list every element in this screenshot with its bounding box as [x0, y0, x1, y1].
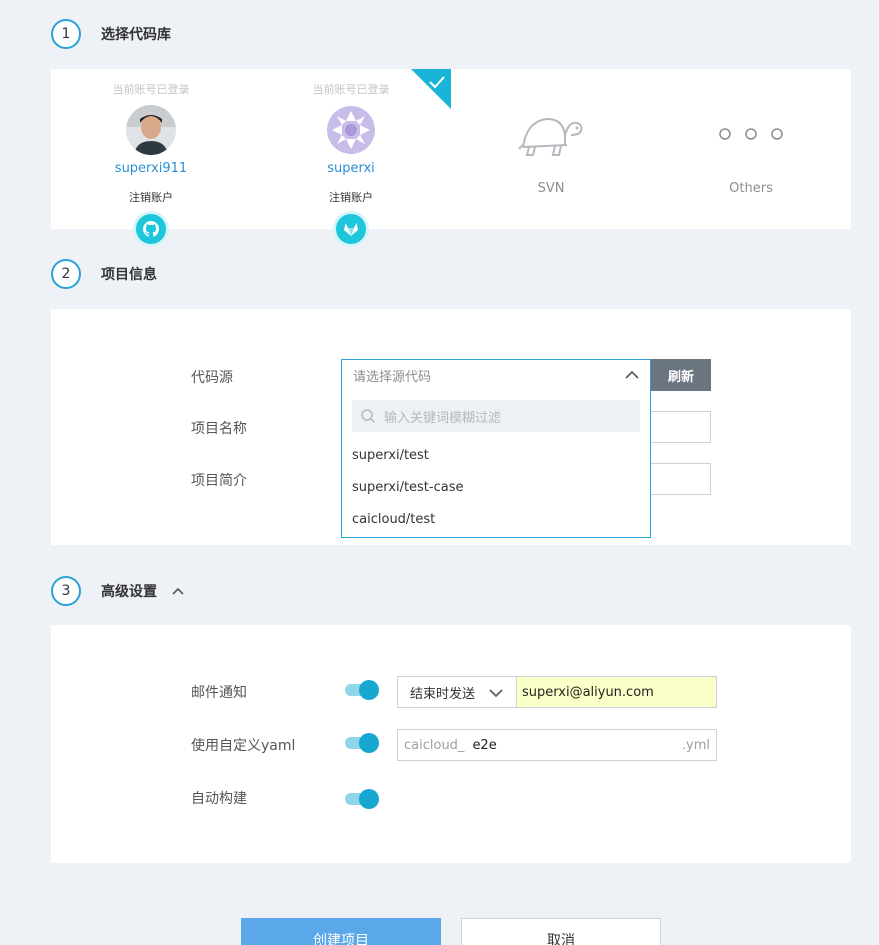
project-desc-input[interactable] — [651, 463, 711, 495]
repo-card-github[interactable]: 当前账号已登录 superxi911 注销账户 — [51, 69, 251, 244]
custom-yaml-label: 使用自定义yaml — [191, 738, 296, 754]
email-input[interactable]: superxi@aliyun.com — [516, 676, 717, 708]
step-3-header: 3 高级设置 — [51, 575, 187, 607]
dropdown-option[interactable]: caicloud/test — [352, 512, 435, 527]
email-notify-label: 邮件通知 — [191, 685, 247, 701]
username: superxi911 — [114, 161, 188, 176]
source-label: 代码源 — [191, 370, 233, 386]
step-number: 1 — [51, 19, 81, 49]
yaml-value: e2e — [472, 737, 497, 753]
project-desc-label: 项目简介 — [191, 473, 247, 489]
repo-panel: 当前账号已登录 superxi911 注销账户 当前账号已登录 superxi … — [51, 69, 851, 244]
repo-card-svn[interactable]: SVN — [451, 69, 651, 229]
auto-build-label: 自动构建 — [191, 791, 247, 807]
project-name-label: 项目名称 — [191, 421, 247, 437]
step-title: 选择代码库 — [101, 27, 171, 43]
ellipsis-icon — [719, 128, 783, 140]
custom-yaml-toggle[interactable] — [345, 733, 379, 753]
project-name-input[interactable] — [651, 411, 711, 443]
refresh-button[interactable]: 刷新 — [651, 359, 711, 391]
turtle-icon — [518, 117, 583, 156]
project-info-panel: 代码源 项目名称 项目简介 请选择源代码 刷新 输入关键词模糊过滤 superx… — [51, 309, 851, 545]
step-number: 3 — [51, 576, 81, 606]
collapse-toggle[interactable] — [169, 582, 187, 600]
gitlab-icon — [336, 214, 366, 244]
selected-check-icon — [411, 69, 451, 109]
yaml-prefix: caicloud_ — [404, 737, 465, 753]
chevron-up-icon — [625, 370, 639, 379]
email-notify-toggle[interactable] — [345, 680, 379, 700]
chevron-up-icon — [172, 587, 184, 595]
repo-name: Others — [729, 181, 773, 196]
send-when-select[interactable]: 结束时发送 — [397, 676, 517, 708]
create-project-button[interactable]: 创建项目 — [241, 918, 441, 945]
step-title: 高级设置 — [101, 584, 157, 600]
logged-in-text: 当前账号已登录 — [112, 83, 190, 96]
repo-card-others[interactable]: Others — [651, 69, 851, 229]
source-dropdown: 输入关键词模糊过滤 superxi/test superxi/test-case… — [341, 390, 651, 538]
yaml-input[interactable]: caicloud_ e2e .yml — [397, 729, 717, 761]
source-placeholder: 请选择源代码 — [353, 369, 432, 385]
filter-placeholder: 输入关键词模糊过滤 — [384, 410, 502, 426]
filter-input[interactable]: 输入关键词模糊过滤 — [352, 400, 640, 432]
cancel-button[interactable]: 取消 — [461, 918, 661, 945]
repo-name: SVN — [537, 181, 565, 196]
avatar — [326, 105, 376, 155]
advanced-panel: 邮件通知 使用自定义yaml 自动构建 结束时发送 superxi@aliyun… — [51, 625, 851, 863]
dropdown-option[interactable]: superxi/test — [352, 448, 429, 463]
logout-link[interactable]: 注销账户 — [51, 189, 251, 205]
yaml-suffix: .yml — [681, 737, 710, 753]
avatar — [126, 105, 176, 155]
chevron-down-icon — [489, 689, 503, 698]
logout-link[interactable]: 注销账户 — [251, 189, 451, 205]
source-select[interactable]: 请选择源代码 — [341, 359, 651, 391]
repo-card-gitlab[interactable]: 当前账号已登录 superxi 注销账户 — [251, 69, 451, 244]
send-when-value: 结束时发送 — [410, 686, 476, 702]
username: superxi — [327, 161, 375, 176]
search-icon — [361, 409, 376, 424]
github-icon — [136, 214, 166, 244]
step-1-header: 1 选择代码库 — [51, 18, 171, 50]
step-title: 项目信息 — [101, 267, 157, 283]
auto-build-toggle[interactable] — [345, 789, 379, 809]
step-2-header: 2 项目信息 — [51, 258, 157, 290]
dropdown-option[interactable]: superxi/test-case — [352, 480, 463, 495]
step-number: 2 — [51, 259, 81, 289]
